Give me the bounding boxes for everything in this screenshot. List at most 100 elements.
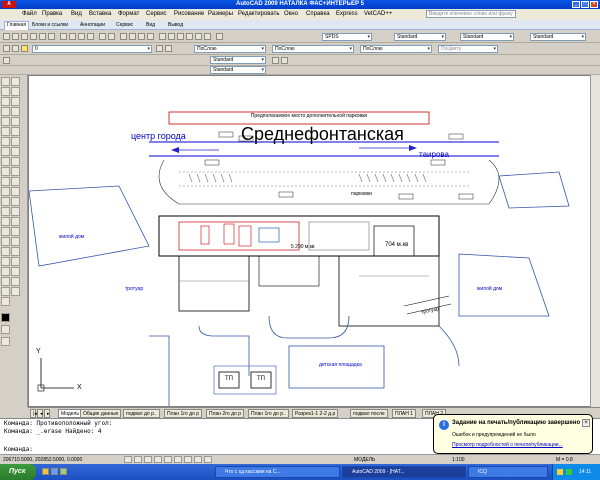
markup-icon[interactable] [195,33,202,40]
dyn-toggle-icon[interactable] [194,456,202,463]
pan-icon[interactable] [120,33,127,40]
print-complete-notification[interactable]: i Задание на печать/публикацию завершено… [433,414,593,454]
zoom-window-icon[interactable] [138,33,145,40]
menu-vetcad[interactable]: VetCAD++ [364,11,392,17]
preview-icon[interactable] [39,33,46,40]
rotate-icon[interactable] [11,137,20,146]
tab-view[interactable]: Вид [146,22,155,28]
calculator-icon[interactable] [204,33,211,40]
trim-icon[interactable] [11,167,20,176]
snap-toggle-icon[interactable] [124,456,132,463]
join-icon[interactable] [11,197,20,206]
copy-object-icon[interactable] [11,87,20,96]
gradient-icon[interactable] [1,217,10,226]
layer-manager-icon[interactable] [3,45,10,52]
scale-icon[interactable] [11,147,20,156]
close-button[interactable]: × [590,1,598,8]
taskbar-item-icq[interactable]: ICQ [468,466,548,478]
notification-details-link[interactable]: Просмотр подробностей о печати/публикаци… [452,442,563,448]
grid-toggle-icon[interactable] [134,456,142,463]
new-icon[interactable] [3,33,10,40]
tab-plan1-before[interactable]: План 1го до р [164,409,202,418]
tab-plan1[interactable]: ПЛАН 1 [392,409,416,418]
quick-launch-browser-icon[interactable] [51,468,58,475]
offset-icon[interactable] [11,107,20,116]
chamfer-icon[interactable] [11,207,20,216]
construction-line-icon[interactable] [1,87,10,96]
taskbar-item-explorer[interactable]: Что с хд кассами на С... [215,466,340,478]
dim-aligned-icon[interactable] [1,267,10,276]
start-button[interactable]: Пуск [0,464,36,480]
tab-home[interactable]: Главная [4,21,30,30]
linetype-select[interactable]: ПоСлою [272,45,354,53]
line-icon[interactable] [1,77,10,86]
minimize-button[interactable]: _ [572,1,580,8]
tab-annotate[interactable]: Аннотации [80,22,105,28]
table-icon[interactable] [1,237,10,246]
hatch-icon[interactable] [1,207,10,216]
tool-palettes-icon[interactable] [177,33,184,40]
menu-format[interactable]: Формат [118,11,139,17]
properties-panel-icon[interactable] [11,247,20,256]
insert-block-icon[interactable] [1,177,10,186]
stretch-icon[interactable] [11,157,20,166]
command-input[interactable]: Команда: [4,446,33,453]
polyline-icon[interactable] [1,97,10,106]
mirror-icon[interactable] [11,97,20,106]
tab-nav-next[interactable]: ▸ [44,409,50,418]
tray-icon[interactable] [566,469,572,475]
vertical-scrollbar[interactable] [590,75,600,407]
menu-view[interactable]: Вид [71,11,82,17]
tab-basement-before[interactable]: подвал до р.. [123,409,160,418]
match-properties-icon[interactable] [87,33,94,40]
mleader-style-select[interactable]: Standard [530,33,586,41]
menu-edit[interactable]: Правка [42,11,62,17]
menu-dimension[interactable]: Размеры [208,11,233,17]
tray-icon[interactable] [557,469,563,475]
menu-help[interactable]: Справка [306,11,330,17]
scale-list-select[interactable]: Standard [210,66,266,74]
revision-cloud-icon[interactable] [1,147,10,156]
break-icon[interactable] [11,187,20,196]
circle-icon[interactable] [1,137,10,146]
copy-icon[interactable] [69,33,76,40]
layer-select[interactable]: 0 [32,45,152,53]
quick-launch-folder-icon[interactable] [42,468,49,475]
make-block-icon[interactable] [1,187,10,196]
open-icon[interactable] [12,33,19,40]
visual-style-select[interactable]: Standard [210,56,266,64]
mtext-icon[interactable] [1,247,10,256]
tab-output[interactable]: Вывод [168,22,183,28]
color-select[interactable]: ПоСлою [194,45,266,53]
quick-launch-icq-icon[interactable] [60,468,67,475]
list-icon[interactable] [11,277,20,286]
print-icon[interactable] [30,33,37,40]
leader-icon[interactable] [1,297,10,306]
coordinates-readout[interactable]: 206710.5000, 202852.5000, 0.0000 [3,457,82,463]
dim-linear-icon[interactable] [1,257,10,266]
drawing-canvas[interactable]: Предполагаемое место дополнительной парк… [28,75,598,407]
region-icon[interactable] [1,227,10,236]
publish-icon[interactable] [48,33,55,40]
undo-icon[interactable] [99,33,106,40]
move-icon[interactable] [11,127,20,136]
tab-nav-first[interactable]: |◂ [30,409,37,418]
sheet-set-icon[interactable] [186,33,193,40]
point-icon[interactable] [1,197,10,206]
properties-icon[interactable] [159,33,166,40]
rectangle-icon[interactable] [1,117,10,126]
dim-style-select[interactable]: Standard [394,33,446,41]
tab-plan2-before[interactable]: План 2го до р [206,409,244,418]
menu-file[interactable]: Файл [22,11,37,17]
polar-toggle-icon[interactable] [154,456,162,463]
lightbulb-icon[interactable] [12,45,19,52]
ucs-icon[interactable] [272,57,279,64]
lineweight-select[interactable]: ПоСлою [360,45,432,53]
paste-icon[interactable] [78,33,85,40]
menu-insert[interactable]: Вставка [89,11,111,17]
ducs-toggle-icon[interactable] [184,456,192,463]
redo-icon[interactable] [108,33,115,40]
array-icon[interactable] [11,117,20,126]
table-style-select[interactable]: Standard [460,33,514,41]
plot-style-select[interactable]: ПоЦвету [438,45,498,53]
